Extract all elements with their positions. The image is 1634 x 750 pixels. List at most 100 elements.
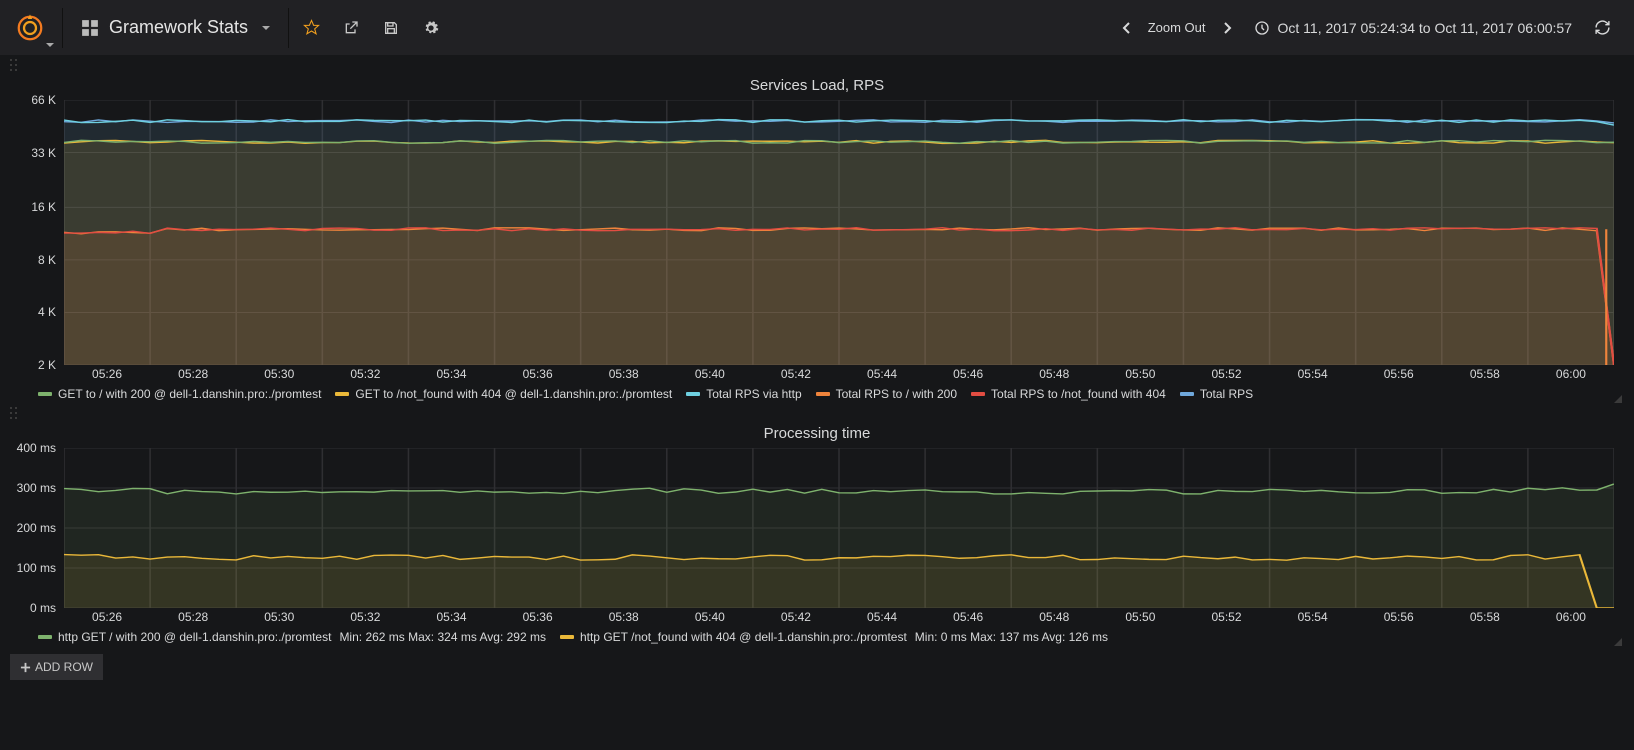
x-tick: 05:52 — [1211, 610, 1241, 624]
x-tick: 05:48 — [1039, 610, 1069, 624]
x-tick: 05:54 — [1298, 610, 1328, 624]
settings-button[interactable] — [411, 0, 451, 55]
legend-swatch — [686, 392, 700, 396]
panel-processing-time: Processing time 400 ms300 ms200 ms100 ms… — [10, 425, 1624, 644]
x-axis: 05:2605:2805:3005:3205:3405:3605:3805:40… — [64, 365, 1614, 383]
chart-area[interactable]: 400 ms300 ms200 ms100 ms0 ms — [10, 448, 1624, 608]
legend-swatch — [560, 635, 574, 639]
x-tick: 05:54 — [1298, 367, 1328, 381]
x-tick: 05:38 — [609, 610, 639, 624]
legend: http GET / with 200 @ dell-1.danshin.pro… — [38, 630, 1624, 644]
dashboard-title: Gramework Stats — [109, 17, 248, 38]
time-range-picker[interactable]: Oct 11, 2017 05:24:34 to Oct 11, 2017 06… — [1242, 20, 1584, 36]
x-tick: 05:34 — [436, 610, 466, 624]
refresh-button[interactable] — [1584, 0, 1620, 55]
zoom-out-button[interactable]: Zoom Out — [1142, 20, 1212, 35]
row-drag-handle[interactable] — [10, 59, 18, 75]
legend-item[interactable]: GET to /not_found with 404 @ dell-1.dans… — [335, 387, 672, 401]
x-tick: 05:50 — [1125, 610, 1155, 624]
x-tick: 05:28 — [178, 610, 208, 624]
x-tick: 05:44 — [867, 610, 897, 624]
dashboard-icon — [81, 19, 99, 37]
chart-area[interactable]: 66 K33 K16 K8 K4 K2 K — [10, 100, 1624, 365]
legend-swatch — [38, 392, 52, 396]
legend-item[interactable]: http GET /not_found with 404 @ dell-1.da… — [560, 630, 1108, 644]
y-tick: 300 ms — [17, 481, 56, 495]
legend-item[interactable]: Total RPS to /not_found with 404 — [971, 387, 1166, 401]
star-button[interactable] — [291, 0, 331, 55]
legend-stats: Min: 0 ms Max: 137 ms Avg: 126 ms — [915, 630, 1108, 644]
chevron-left-icon — [1121, 22, 1133, 34]
legend-item[interactable]: Total RPS via http — [686, 387, 801, 401]
legend-item[interactable]: GET to / with 200 @ dell-1.danshin.pro:.… — [38, 387, 321, 401]
caret-down-icon — [46, 43, 54, 47]
legend-label: Total RPS via http — [706, 387, 801, 401]
time-range-label: Oct 11, 2017 05:24:34 to Oct 11, 2017 06… — [1278, 20, 1572, 36]
clock-icon — [1254, 20, 1270, 36]
x-tick: 05:32 — [350, 367, 380, 381]
share-icon — [343, 20, 359, 36]
x-tick: 05:28 — [178, 367, 208, 381]
legend-swatch — [816, 392, 830, 396]
caret-down-icon — [262, 26, 270, 30]
plus-icon — [20, 662, 31, 673]
x-tick: 05:56 — [1384, 367, 1414, 381]
x-tick: 05:38 — [609, 367, 639, 381]
x-tick: 05:34 — [436, 367, 466, 381]
x-tick: 05:58 — [1470, 610, 1500, 624]
legend-label: Total RPS to /not_found with 404 — [991, 387, 1166, 401]
dashboard-picker[interactable]: Gramework Stats — [65, 0, 286, 55]
y-axis: 400 ms300 ms200 ms100 ms0 ms — [10, 448, 62, 608]
panel-title[interactable]: Processing time — [10, 425, 1624, 442]
x-tick: 05:46 — [953, 610, 983, 624]
y-tick: 4 K — [38, 305, 56, 319]
legend-label: http GET / with 200 @ dell-1.danshin.pro… — [58, 630, 331, 644]
y-tick: 66 K — [31, 93, 56, 107]
x-tick: 05:40 — [695, 610, 725, 624]
x-tick: 05:56 — [1384, 610, 1414, 624]
y-tick: 33 K — [31, 146, 56, 160]
gear-icon — [423, 20, 439, 36]
grafana-logo-menu[interactable] — [0, 0, 60, 55]
add-row-button[interactable]: ADD ROW — [10, 654, 103, 680]
legend: GET to / with 200 @ dell-1.danshin.pro:.… — [38, 387, 1624, 401]
x-tick: 05:32 — [350, 610, 380, 624]
y-tick: 8 K — [38, 253, 56, 267]
y-tick: 0 ms — [30, 601, 56, 615]
y-tick: 2 K — [38, 358, 56, 372]
legend-item[interactable]: Total RPS to / with 200 — [816, 387, 957, 401]
legend-swatch — [38, 635, 52, 639]
x-tick: 05:44 — [867, 367, 897, 381]
panel-resize-handle[interactable] — [1614, 638, 1622, 646]
legend-item[interactable]: http GET / with 200 @ dell-1.danshin.pro… — [38, 630, 546, 644]
save-button[interactable] — [371, 0, 411, 55]
share-button[interactable] — [331, 0, 371, 55]
legend-swatch — [335, 392, 349, 396]
add-row-label: ADD ROW — [35, 660, 93, 674]
y-tick: 16 K — [31, 200, 56, 214]
legend-item[interactable]: Total RPS — [1180, 387, 1253, 401]
x-tick: 05:58 — [1470, 367, 1500, 381]
x-tick: 05:26 — [92, 610, 122, 624]
y-tick: 400 ms — [17, 441, 56, 455]
time-back-button[interactable] — [1112, 0, 1142, 55]
panel-resize-handle[interactable] — [1614, 395, 1622, 403]
x-tick: 05:30 — [264, 367, 294, 381]
y-axis: 66 K33 K16 K8 K4 K2 K — [10, 100, 62, 365]
legend-label: http GET /not_found with 404 @ dell-1.da… — [580, 630, 907, 644]
x-tick: 05:42 — [781, 367, 811, 381]
time-forward-button[interactable] — [1212, 0, 1242, 55]
x-tick: 06:00 — [1556, 367, 1586, 381]
legend-label: GET to / with 200 @ dell-1.danshin.pro:.… — [58, 387, 321, 401]
row-drag-handle[interactable] — [10, 407, 18, 423]
x-tick: 05:52 — [1211, 367, 1241, 381]
top-bar: Gramework Stats Zoom Out Oct 11, 2017 05… — [0, 0, 1634, 55]
legend-swatch — [971, 392, 985, 396]
y-tick: 200 ms — [17, 521, 56, 535]
x-tick: 05:30 — [264, 610, 294, 624]
legend-swatch — [1180, 392, 1194, 396]
legend-label: Total RPS — [1200, 387, 1253, 401]
refresh-icon — [1594, 19, 1611, 36]
legend-label: Total RPS to / with 200 — [836, 387, 957, 401]
panel-title[interactable]: Services Load, RPS — [10, 77, 1624, 94]
